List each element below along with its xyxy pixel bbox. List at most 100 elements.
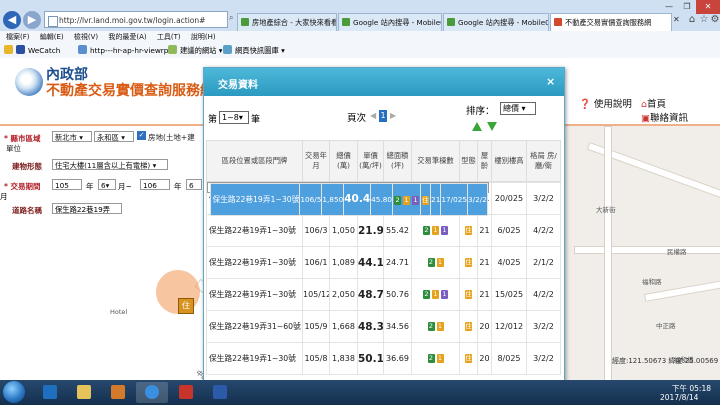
tab-realprice[interactable]: 不動產交易實價查詢服務網 bbox=[550, 13, 672, 31]
road-input[interactable]: 保生路22巷19弄 bbox=[52, 203, 122, 214]
district-select[interactable]: 永和區 ▾ bbox=[94, 131, 134, 142]
back-button[interactable]: ◀ bbox=[3, 11, 21, 29]
cell-date: 105/12 bbox=[302, 278, 330, 311]
menu-tools[interactable]: 工具(T) bbox=[157, 33, 181, 41]
col-header-address[interactable]: 區段位置或區段門牌 bbox=[206, 140, 303, 182]
menu-view[interactable]: 檢視(V) bbox=[74, 33, 98, 41]
menu-file[interactable]: 檔案(F) bbox=[6, 33, 30, 41]
table-row[interactable]: 保生路22巷19弄1~30號 105/12 2,050 48.7 50.76 2 1 1 住 21… bbox=[206, 278, 561, 311]
help-link[interactable]: ❓ 使用說明 bbox=[579, 96, 632, 110]
contact-link[interactable]: ▣聯絡資訊 bbox=[641, 110, 688, 124]
forward-button[interactable]: ▶ bbox=[23, 11, 41, 29]
cell-layout: 3/2/2 bbox=[526, 342, 561, 375]
cell-age: 21 bbox=[477, 246, 492, 279]
table-row[interactable]: 保生路22巷19弄1~30號 106/3 1,050 21.9 55.42 2 1 1 住 21 6… bbox=[206, 214, 561, 247]
address-bar[interactable]: http://lvr.land.moi.gov.tw/login.action# bbox=[44, 11, 228, 28]
land-count-badge: 2 bbox=[427, 258, 435, 267]
home-link[interactable]: ⌂首頁 bbox=[641, 96, 666, 110]
favorites-star-icon[interactable] bbox=[4, 43, 16, 58]
fav-label: 網頁快訊圖庫 ▾ bbox=[235, 46, 285, 55]
next-page-icon[interactable]: ▶ bbox=[390, 111, 396, 120]
modal-header: 交易資料 × bbox=[204, 68, 564, 96]
maximize-button[interactable]: ❐ bbox=[678, 0, 696, 14]
map-coordinates: 經度:121.50673 緯度:25.00569 bbox=[612, 357, 719, 365]
taskbar-word[interactable] bbox=[204, 382, 236, 403]
col-header-total[interactable]: 總價(萬) bbox=[329, 140, 358, 182]
taskbar-media[interactable] bbox=[102, 382, 134, 403]
col-header-area[interactable]: 總面積(坪) bbox=[383, 140, 412, 182]
table-row[interactable]: 保生路22巷19弄1~30號 106/5 1,850 40.4 45.80 2 1 1 住 21 1… bbox=[206, 182, 489, 216]
land-count-badge: 2 bbox=[423, 290, 430, 299]
range-select[interactable]: 1~8▾ bbox=[219, 111, 249, 124]
fav-hr-viewrpt[interactable]: http---hr-ap-hr-viewrpt bbox=[78, 43, 171, 58]
modal-title: 交易資料 bbox=[218, 80, 258, 91]
map-marker-icon[interactable]: 住 bbox=[178, 298, 194, 314]
search-icon[interactable]: ⌕ bbox=[229, 13, 233, 23]
cell-floor: 12/012 bbox=[491, 310, 527, 343]
sort-desc-icon[interactable] bbox=[487, 122, 497, 131]
sort-asc-icon[interactable] bbox=[472, 122, 482, 131]
col-header-count[interactable]: 交易筆棟數 bbox=[411, 140, 460, 182]
gear-icon[interactable]: ⚙ bbox=[709, 14, 720, 26]
close-tab-icon[interactable]: ✕ bbox=[673, 15, 680, 24]
table-row[interactable]: 保生路22巷19弄1~30號 106/1 1,089 44.1 24.71 2 1 住 21 4/… bbox=[206, 246, 561, 279]
month-from-select[interactable]: 6▾ bbox=[98, 179, 116, 190]
start-button[interactable] bbox=[3, 381, 25, 403]
search-panel: * 縣市區域 新北市 ▾ 永和區 ▾ ✓ 房地(土地+建 單位 建物形態 住宅大… bbox=[0, 126, 204, 226]
cell-total: 1,089 bbox=[329, 246, 358, 279]
year-from-input[interactable]: 105 bbox=[52, 179, 82, 190]
close-window-button[interactable]: ✕ bbox=[696, 0, 720, 14]
tab-google-search-2[interactable]: Google 站內搜尋 - Mobile01 bbox=[443, 13, 549, 31]
home-icon[interactable]: ⌂ bbox=[686, 14, 698, 26]
cell-type: 住 bbox=[420, 183, 432, 216]
col-header-floor[interactable]: 樓別樓高 bbox=[491, 140, 527, 182]
cell-layout: 4/2/2 bbox=[526, 214, 561, 247]
menu-help[interactable]: 說明(H) bbox=[191, 33, 216, 41]
year-to-input[interactable]: 106 bbox=[140, 179, 170, 190]
taskbar-outlook[interactable] bbox=[34, 382, 66, 403]
tab-favicon-icon bbox=[554, 18, 562, 26]
minimize-button[interactable]: — bbox=[660, 0, 678, 14]
fav-suggested-sites[interactable]: 建議的網站 ▾ bbox=[168, 43, 222, 58]
table-row[interactable]: 保生路22巷19弄31~60號 105/9 1,668 48.3 34.56 2 1 住 20 1… bbox=[206, 310, 561, 343]
cell-unit-price: 48.3 bbox=[357, 310, 384, 343]
contact-icon: ▣ bbox=[641, 113, 650, 124]
cell-floor: 20/025 bbox=[491, 182, 527, 215]
menu-favorites[interactable]: 我的最愛(A) bbox=[108, 33, 146, 41]
tab-google-search-1[interactable]: Google 站內搜尋 - Mobile01 bbox=[338, 13, 442, 31]
map-label: 中正路 bbox=[656, 322, 676, 330]
cell-type: 住 bbox=[459, 278, 478, 311]
tab-house-forum[interactable]: 房地產綜合 - 大家快來看看... bbox=[237, 13, 337, 31]
col-header-age[interactable]: 屋齡 bbox=[477, 140, 492, 182]
col-header-type[interactable]: 型態 bbox=[459, 140, 478, 182]
cell-count: 21 bbox=[411, 246, 460, 279]
county-select[interactable]: 新北市 ▾ bbox=[52, 131, 92, 142]
taskbar-ie[interactable] bbox=[136, 382, 168, 403]
modal-close-button[interactable]: × bbox=[546, 75, 555, 88]
cell-unit-price: 21.9 bbox=[357, 214, 384, 247]
taskbar-explorer[interactable] bbox=[68, 382, 100, 403]
menu-edit[interactable]: 編輯(E) bbox=[40, 33, 64, 41]
sort-select[interactable]: 總價 ▾ bbox=[500, 102, 536, 115]
tab-label: Google 站內搜尋 - Mobile01 bbox=[353, 18, 442, 27]
fav-wecatch[interactable]: WeCatch bbox=[16, 43, 60, 58]
transaction-modal: 交易資料 × 第 1~8▾ 筆 頁次 ◀ 1 ▶ 排序： 總價 ▾ 區段位置或區… bbox=[203, 67, 565, 387]
cell-floor: 6/025 bbox=[491, 214, 527, 247]
type-checkbox[interactable]: ✓ bbox=[137, 131, 146, 140]
taskbar-pdf[interactable] bbox=[170, 382, 202, 403]
col-header-date[interactable]: 交易年月 bbox=[302, 140, 330, 182]
cell-area: 24.71 bbox=[383, 246, 412, 279]
cell-total: 1,668 bbox=[329, 310, 358, 343]
prev-page-icon[interactable]: ◀ bbox=[370, 111, 376, 120]
type-checkbox-label: 房地(土地+建 bbox=[148, 133, 195, 142]
col-header-layout[interactable]: 格局 房/廳/衛 bbox=[526, 140, 561, 182]
cell-age: 21 bbox=[477, 278, 492, 311]
month-to-select[interactable]: 6 bbox=[186, 179, 202, 190]
fav-web-slice-gallery[interactable]: 網頁快訊圖庫 ▾ bbox=[223, 43, 285, 58]
current-page[interactable]: 1 bbox=[379, 110, 387, 122]
residential-type-icon: 住 bbox=[422, 195, 430, 205]
col-header-unit-price[interactable]: 單價(萬/坪) bbox=[357, 140, 384, 182]
table-row[interactable]: 保生路22巷19弄1~30號 105/8 1,838 50.1 36.69 2 1 住 20 8/… bbox=[206, 342, 561, 375]
contact-label: 聯絡資訊 bbox=[649, 113, 688, 124]
building-type-select[interactable]: 住宅大樓(11層含以上有電梯) ▾ bbox=[52, 159, 168, 170]
